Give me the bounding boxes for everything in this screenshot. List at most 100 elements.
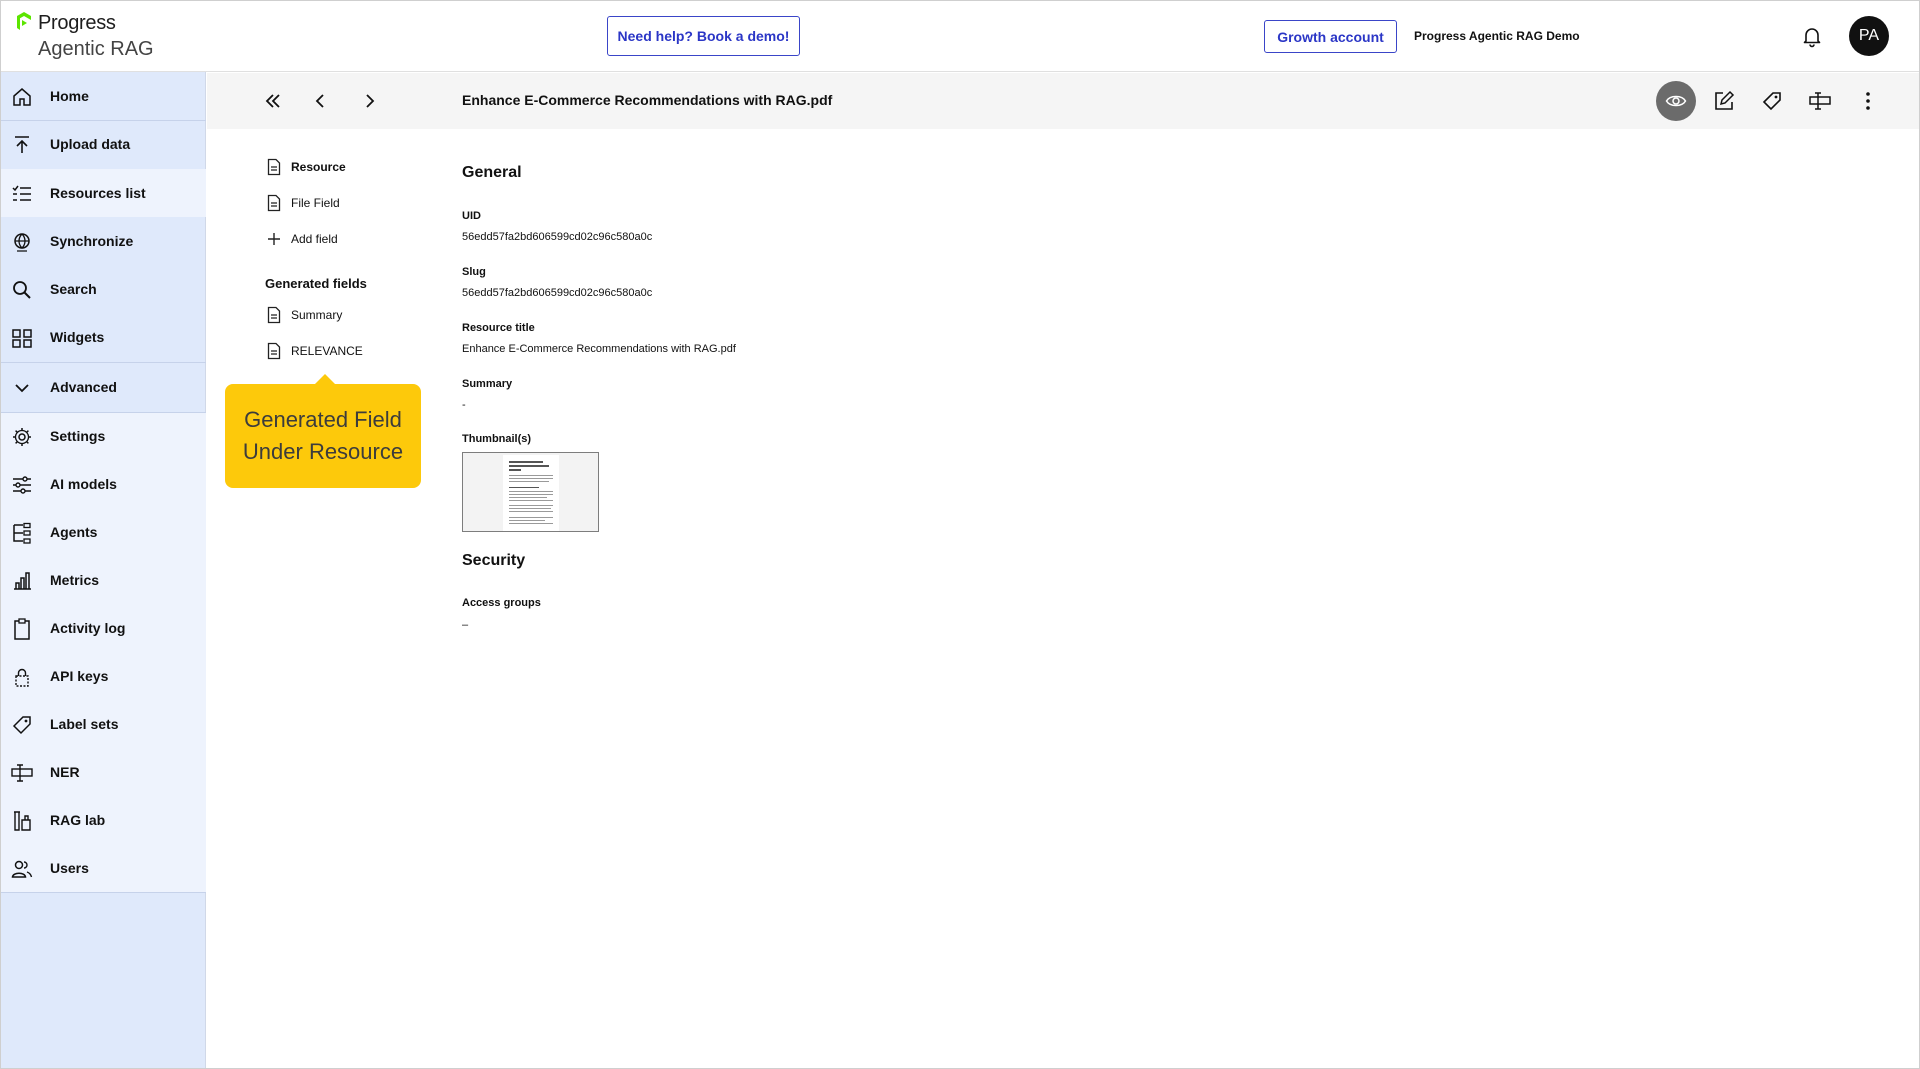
thumb-line — [509, 481, 549, 482]
field-item-summary[interactable]: Summary — [265, 303, 435, 327]
sidebar-item-metrics[interactable]: Metrics — [0, 556, 206, 604]
more-options-button[interactable] — [1854, 87, 1882, 115]
eye-icon — [1665, 95, 1687, 107]
sidebar-item-label: Widgets — [50, 329, 105, 345]
field-label: File Field — [291, 196, 340, 210]
double-chevron-left-icon — [265, 94, 280, 108]
resource-viewer-header: Enhance E-Commerce Recommendations with … — [207, 73, 1920, 129]
resource-title: Enhance E-Commerce Recommendations with … — [462, 92, 833, 108]
thumb-line — [509, 517, 553, 518]
sidebar-item-search[interactable]: Search — [0, 265, 206, 313]
divider — [0, 892, 206, 893]
thumbnail-page — [503, 455, 559, 531]
sidebar-item-synchronize[interactable]: Synchronize — [0, 217, 206, 265]
sidebar-item-widgets[interactable]: Widgets — [0, 313, 206, 361]
tag-icon — [1762, 92, 1781, 111]
knowledge-box-name[interactable]: Progress Agentic RAG Demo — [1414, 29, 1580, 43]
thumb-line — [509, 511, 553, 512]
sidebar-item-resources-list[interactable]: Resources list — [0, 169, 206, 217]
product-name: Agentic RAG — [38, 38, 154, 60]
field-item-resource[interactable]: Resource — [265, 155, 435, 179]
callout-line-1: Generated Field — [244, 407, 402, 432]
sidebar-item-label: Label sets — [50, 716, 119, 732]
sidebar-item-label: Resources list — [50, 185, 146, 201]
summary-value: - — [462, 399, 466, 411]
sidebar-item-agents[interactable]: Agents — [0, 508, 206, 556]
sidebar-item-settings[interactable]: Settings — [0, 412, 206, 460]
thumb-line — [509, 487, 539, 488]
thumb-line — [509, 465, 549, 467]
sidebar-item-ner[interactable]: NER — [0, 748, 206, 796]
more-vertical-icon — [1866, 92, 1870, 110]
plus-icon — [268, 233, 280, 245]
sliders-icon — [13, 476, 31, 494]
field-label: Resource — [291, 160, 346, 174]
thumb-line — [509, 500, 553, 501]
sidebar-item-api-keys[interactable]: API keys — [0, 652, 206, 700]
thumb-line — [509, 491, 553, 492]
generated-fields-heading: Generated fields — [265, 276, 367, 291]
thumbnails-label: Thumbnail(s) — [462, 433, 532, 445]
resource-title-label: Resource title — [462, 322, 535, 334]
access-groups-label: Access groups — [462, 597, 541, 609]
field-label: Add field — [291, 232, 338, 246]
sidebar-item-users[interactable]: Users — [0, 844, 206, 892]
general-heading: General — [462, 164, 522, 181]
field-item-relevance[interactable]: RELEVANCE — [265, 339, 435, 363]
security-heading: Security — [462, 552, 526, 569]
document-icon — [267, 194, 281, 212]
sidebar-item-label: NER — [50, 764, 80, 780]
brand-name: Progress — [38, 12, 116, 34]
document-icon — [267, 158, 281, 176]
thumb-line — [509, 508, 551, 509]
sidebar-item-label: Settings — [50, 428, 106, 444]
sidebar-item-ai-models[interactable]: AI models — [0, 460, 206, 508]
thumb-line — [509, 520, 545, 521]
sidebar-item-label: Upload data — [50, 136, 131, 152]
thumbnail-image[interactable] — [462, 452, 599, 532]
sidebar-item-label: API keys — [50, 668, 109, 684]
user-avatar[interactable]: PA — [1849, 16, 1889, 56]
sidebar-item-label: Agents — [50, 524, 98, 540]
list-icon — [12, 185, 31, 201]
sidebar-item-home[interactable]: Home — [0, 72, 206, 120]
sidebar-item-label-sets[interactable]: Label sets — [0, 700, 206, 748]
uid-value: 56edd57fa2bd606599cd02c96c580a0c — [462, 231, 653, 243]
slug-label: Slug — [462, 266, 486, 278]
bell-icon[interactable] — [1800, 24, 1824, 48]
ner-icon — [11, 764, 33, 782]
resource-title-value: Enhance E-Commerce Recommendations with … — [462, 343, 736, 355]
upload-icon — [15, 136, 29, 153]
thumb-line — [509, 497, 547, 498]
edit-button[interactable] — [1710, 87, 1738, 115]
thumb-line — [509, 461, 543, 463]
annotation-button[interactable] — [1806, 87, 1834, 115]
sidebar: Home Upload data Resources list Synchron… — [0, 72, 206, 1069]
sidebar-item-label: RAG lab — [50, 812, 106, 828]
sidebar-item-upload-data[interactable]: Upload data — [0, 120, 206, 168]
add-field-button[interactable]: Add field — [265, 227, 435, 251]
close-viewer-button[interactable] — [259, 87, 287, 115]
sidebar-item-label: Search — [50, 281, 97, 297]
chevron-right-icon — [366, 94, 375, 108]
home-icon — [13, 88, 31, 106]
clipboard-icon — [14, 618, 30, 640]
book-demo-button[interactable]: Need help? Book a demo! — [607, 16, 800, 56]
classification-button[interactable] — [1758, 87, 1786, 115]
document-icon — [267, 306, 281, 324]
previous-resource-button[interactable] — [307, 87, 335, 115]
flask-icon — [14, 811, 31, 831]
sidebar-item-label: AI models — [50, 476, 117, 492]
next-resource-button[interactable] — [355, 87, 383, 115]
sidebar-item-activity-log[interactable]: Activity log — [0, 604, 206, 652]
sidebar-item-rag-lab[interactable]: RAG lab — [0, 796, 206, 844]
field-item-file-field[interactable]: File Field — [265, 191, 435, 215]
preview-button[interactable] — [1656, 81, 1696, 121]
uid-label: UID — [462, 210, 481, 222]
gear-icon — [13, 428, 31, 446]
growth-account-button[interactable]: Growth account — [1264, 20, 1397, 53]
progress-logo[interactable]: Progress Agentic RAG — [12, 10, 202, 64]
sidebar-item-label: Synchronize — [50, 233, 134, 249]
sidebar-item-advanced[interactable]: Advanced — [0, 363, 206, 411]
edit-icon — [1715, 90, 1735, 110]
